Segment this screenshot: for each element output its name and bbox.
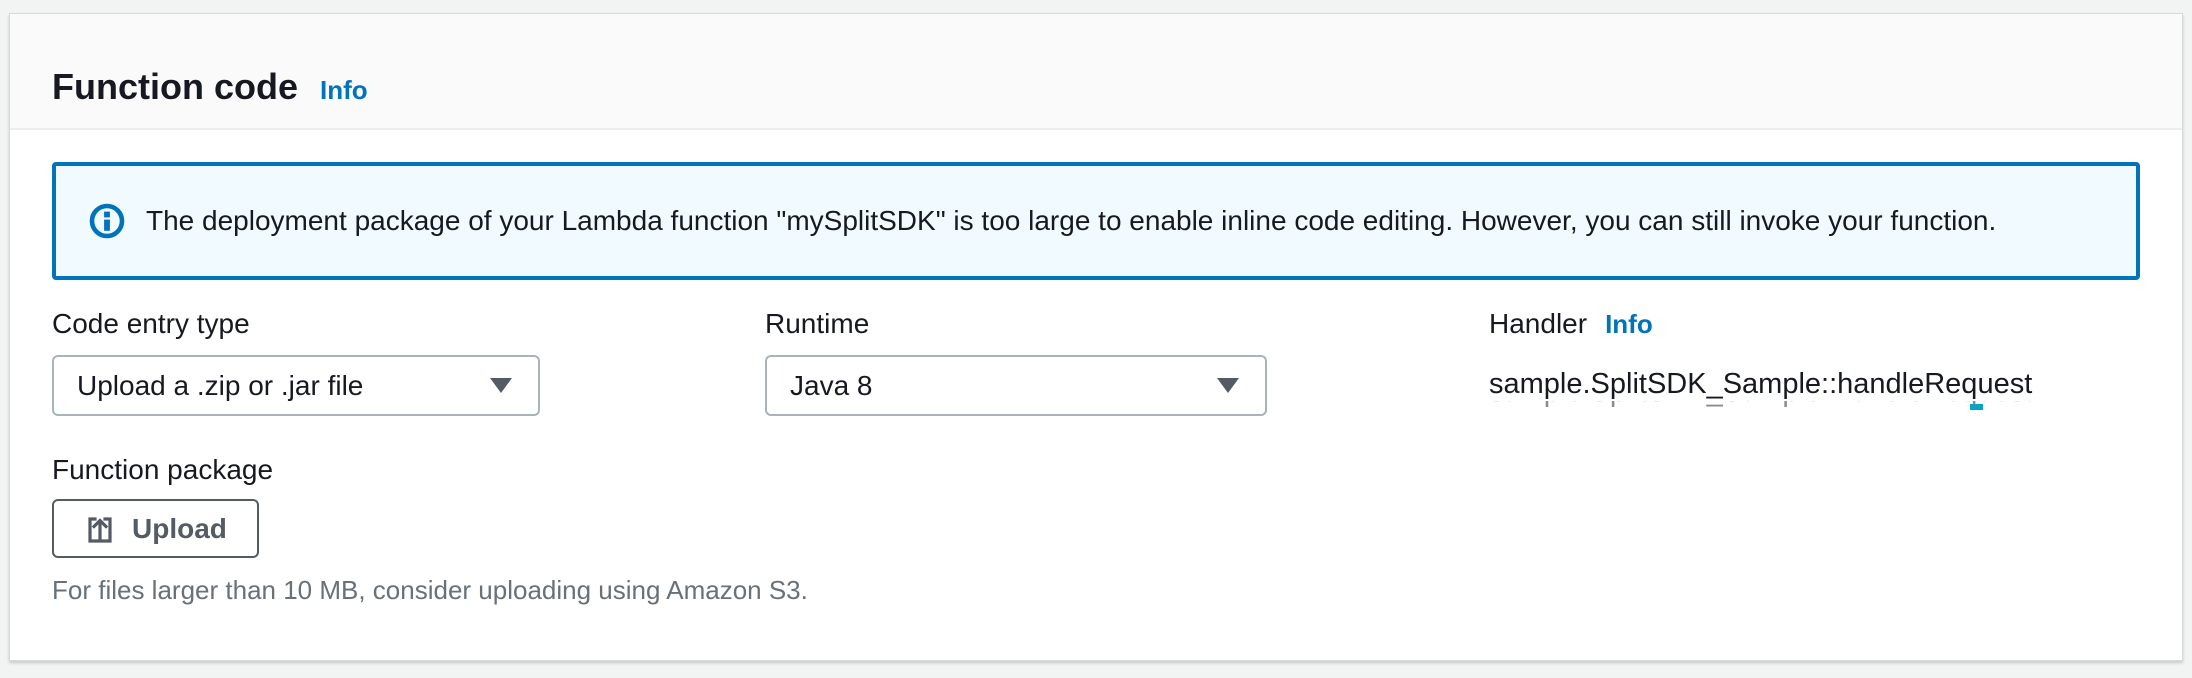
alert-message: The deployment package of your Lambda fu… — [146, 205, 1996, 237]
chevron-down-icon — [1217, 378, 1239, 393]
upload-button[interactable]: Upload — [52, 499, 259, 558]
function-package-label: Function package — [52, 453, 2140, 487]
handler-label: Handler — [1489, 307, 1587, 341]
runtime-field: Runtime Java 8 — [765, 307, 1489, 416]
runtime-select[interactable]: Java 8 — [765, 355, 1267, 416]
upload-icon — [84, 513, 116, 545]
code-entry-type-label: Code entry type — [52, 307, 765, 341]
runtime-value: Java 8 — [790, 370, 873, 402]
code-entry-type-value: Upload a .zip or .jar file — [77, 370, 363, 402]
function-code-panel: Function code Info The deployment packag… — [9, 13, 2183, 661]
chevron-down-icon — [490, 378, 512, 393]
panel-body: The deployment package of your Lambda fu… — [10, 130, 2182, 606]
handler-field: Handler Info sample.SplitSDK_Sample::han… — [1489, 307, 2140, 416]
info-circle-icon — [88, 202, 126, 240]
upload-helper-text: For files larger than 10 MB, consider up… — [52, 574, 2140, 606]
code-entry-type-select[interactable]: Upload a .zip or .jar file — [52, 355, 540, 416]
page-title: Function code — [52, 67, 298, 107]
handler-info-link[interactable]: Info — [1605, 309, 1653, 340]
info-alert: The deployment package of your Lambda fu… — [52, 162, 2140, 280]
runtime-label: Runtime — [765, 307, 1489, 341]
blue-artifact-mark — [1970, 404, 1983, 410]
code-entry-type-field: Code entry type Upload a .zip or .jar fi… — [52, 307, 765, 416]
handler-value: sample.SplitSDK_Sample::handleRequest — [1489, 367, 2140, 401]
fields-row: Code entry type Upload a .zip or .jar fi… — [52, 307, 2140, 416]
function-code-info-link[interactable]: Info — [320, 75, 368, 106]
upload-button-label: Upload — [132, 513, 227, 545]
cropped-text-artifact: sample.SplitSDK_Sample::handleRequest — [1489, 401, 2109, 411]
panel-header: Function code Info — [10, 14, 2182, 130]
